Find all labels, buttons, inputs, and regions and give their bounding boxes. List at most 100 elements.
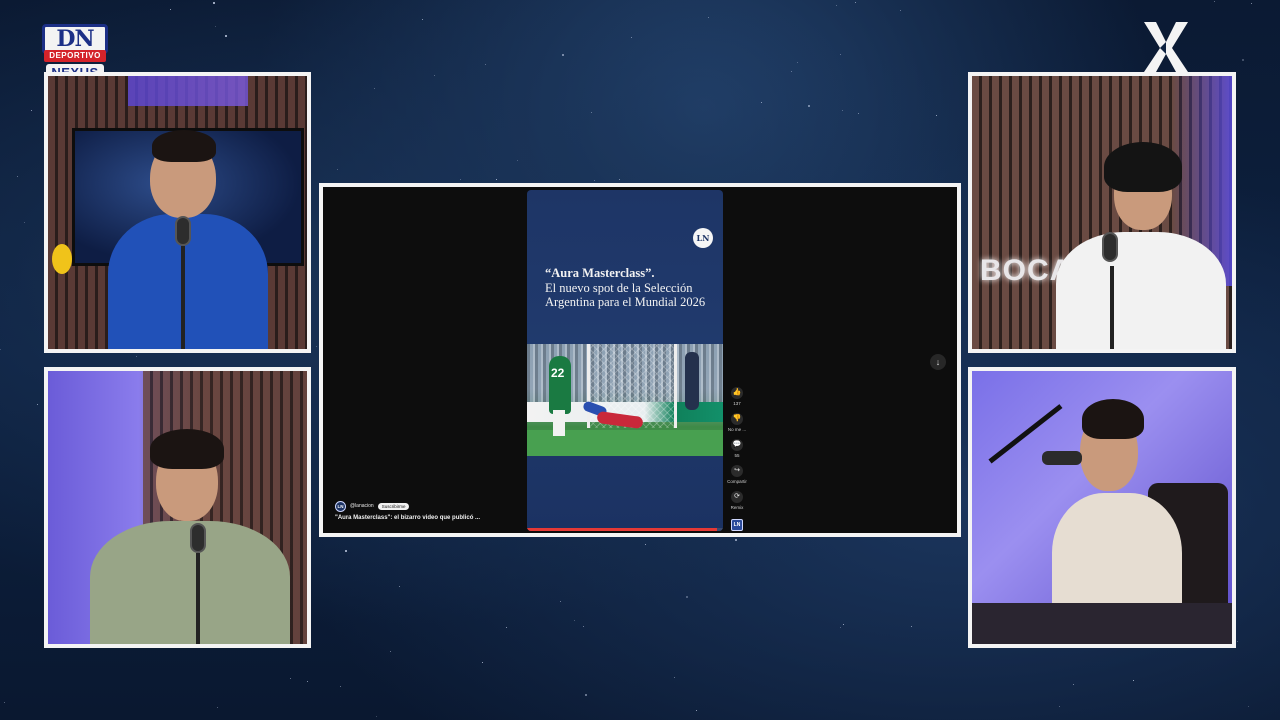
star [574,620,575,621]
star [345,550,347,552]
star [24,222,25,223]
channel-handle[interactable]: @lanacion [350,503,374,509]
microphone-icon [175,216,191,246]
channel-thumbnail[interactable]: LN [731,519,743,531]
star [808,105,810,107]
host-figure [98,126,278,349]
star [4,702,5,703]
star [585,694,587,696]
channel-row: LN @lanacion Suscribirme [335,500,410,512]
player-legs [553,410,565,436]
short-action-rail: 👍 137 👎 No me ... 💬 55 ↪ Compartir ⟳ Rem… [727,387,747,531]
channel-avatar[interactable]: LN [335,500,346,512]
remix-label: Remix [730,505,744,510]
star [631,37,632,38]
subscribe-button[interactable]: Suscribirme [377,502,410,510]
player-number: 22 [551,366,565,380]
studio-light [128,76,248,106]
comment-count: 55 [734,453,740,458]
like-button[interactable]: 👍 137 [727,387,747,413]
microphone-icon [190,523,206,553]
mic-stand [181,246,185,349]
short-title[interactable]: "Aura Masterclass": el bizarro video que… [335,515,480,521]
star [17,176,18,177]
player-figure [549,356,571,414]
camera-feed-bottom-left [44,367,311,648]
star [911,626,912,627]
mic-stand [196,553,200,644]
remix-icon: ⟳ [731,491,743,503]
video-progress-bar[interactable] [527,528,723,531]
star [213,2,215,4]
star [858,113,859,114]
star [307,681,308,682]
star [797,62,798,63]
remix-button[interactable]: ⟳ Remix [727,491,747,517]
star [936,115,937,116]
star [842,110,843,111]
star [496,179,497,180]
comments-button[interactable]: 💬 55 [727,439,747,465]
star [0,349,1,350]
host-hair [1082,399,1144,439]
star [560,601,561,602]
next-video-button[interactable]: ↓ [930,354,946,370]
star [1073,684,1074,685]
host-hair [152,130,216,162]
star [290,678,291,679]
star [37,404,38,405]
star [836,5,837,6]
star [1214,1,1215,2]
star [696,710,697,711]
star [337,169,338,170]
share-label: Compartir [727,479,747,484]
headphones-icon [1104,142,1182,192]
star [215,26,216,27]
dislike-icon: 👎 [731,413,743,425]
star [1059,706,1060,707]
star [855,2,856,3]
star [460,179,461,180]
star [840,627,841,628]
star [376,716,377,717]
star [900,10,901,11]
host-shirt [1056,232,1226,349]
star [434,75,435,76]
star [399,586,400,587]
star [594,180,595,181]
like-count: 137 [733,401,741,406]
star [791,71,792,72]
host-figure [84,427,304,644]
rubber-duck [52,244,72,274]
mic-stand [1110,266,1114,349]
star [422,19,423,20]
star [482,662,483,663]
star [1248,706,1249,707]
screen-share-window: LN “Aura Masterclass”. El nuevo spot de … [319,183,961,537]
star [374,88,375,89]
like-icon: 👍 [731,387,743,399]
x-logo-mark [1144,22,1188,72]
share-button[interactable]: ↪ Compartir [727,465,747,491]
match-thumbnail: 22 [527,344,723,456]
camera-feed-top-left [44,72,311,353]
short-video-player[interactable]: LN “Aura Masterclass”. El nuevo spot de … [527,190,723,531]
star [225,35,227,37]
star [517,160,518,161]
star [136,356,137,357]
video-progress-fill [527,528,718,531]
star [170,9,171,10]
camera-feed-bottom-right [968,367,1236,648]
x-logo [1140,20,1192,74]
host-figure [1050,136,1232,349]
headline-bold: “Aura Masterclass”. [545,266,655,280]
star [31,110,32,111]
share-icon: ↪ [731,465,743,477]
dislike-button[interactable]: 👎 No me ... [727,413,747,439]
star [619,179,620,180]
star [591,112,592,113]
star [735,539,737,541]
star [840,54,841,55]
star [217,707,218,708]
star [506,627,507,628]
